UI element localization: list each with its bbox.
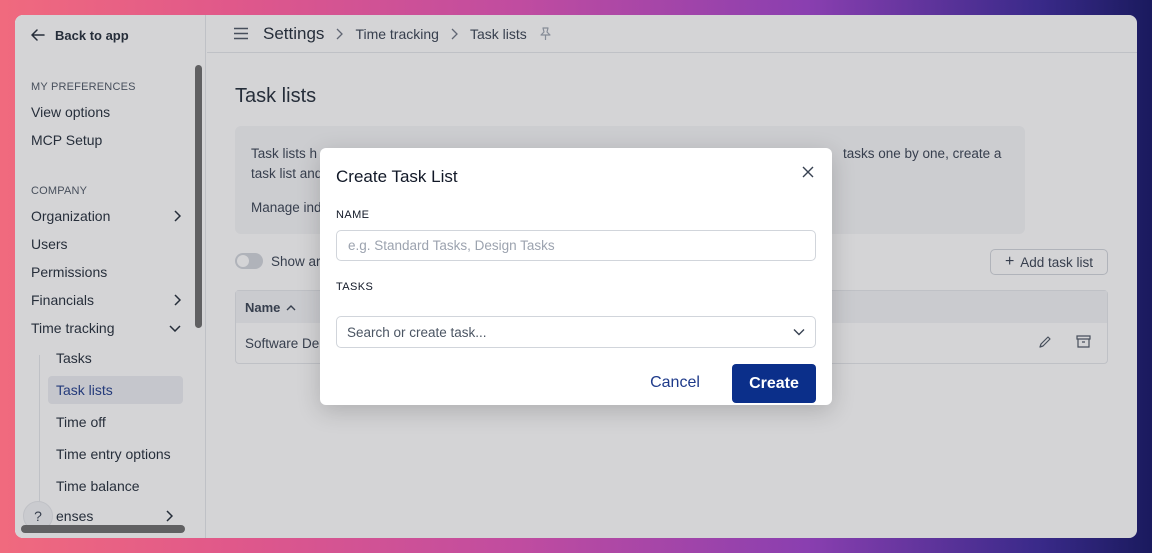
- name-field-label: NAME: [336, 209, 370, 221]
- close-icon[interactable]: [802, 166, 816, 180]
- chevron-down-icon: [793, 329, 805, 336]
- dialog-title: Create Task List: [336, 167, 458, 186]
- cancel-button[interactable]: Cancel: [634, 364, 716, 402]
- create-task-list-dialog: Create Task List NAME TASKS Search or cr…: [320, 148, 832, 405]
- tasks-select[interactable]: Search or create task...: [336, 316, 816, 348]
- tasks-select-placeholder: Search or create task...: [347, 324, 487, 340]
- create-button[interactable]: Create: [732, 364, 816, 403]
- tasks-field-label: TASKS: [336, 281, 374, 293]
- task-list-name-input[interactable]: [336, 230, 816, 261]
- app-window: Back to app MY PREFERENCES View options …: [15, 15, 1137, 538]
